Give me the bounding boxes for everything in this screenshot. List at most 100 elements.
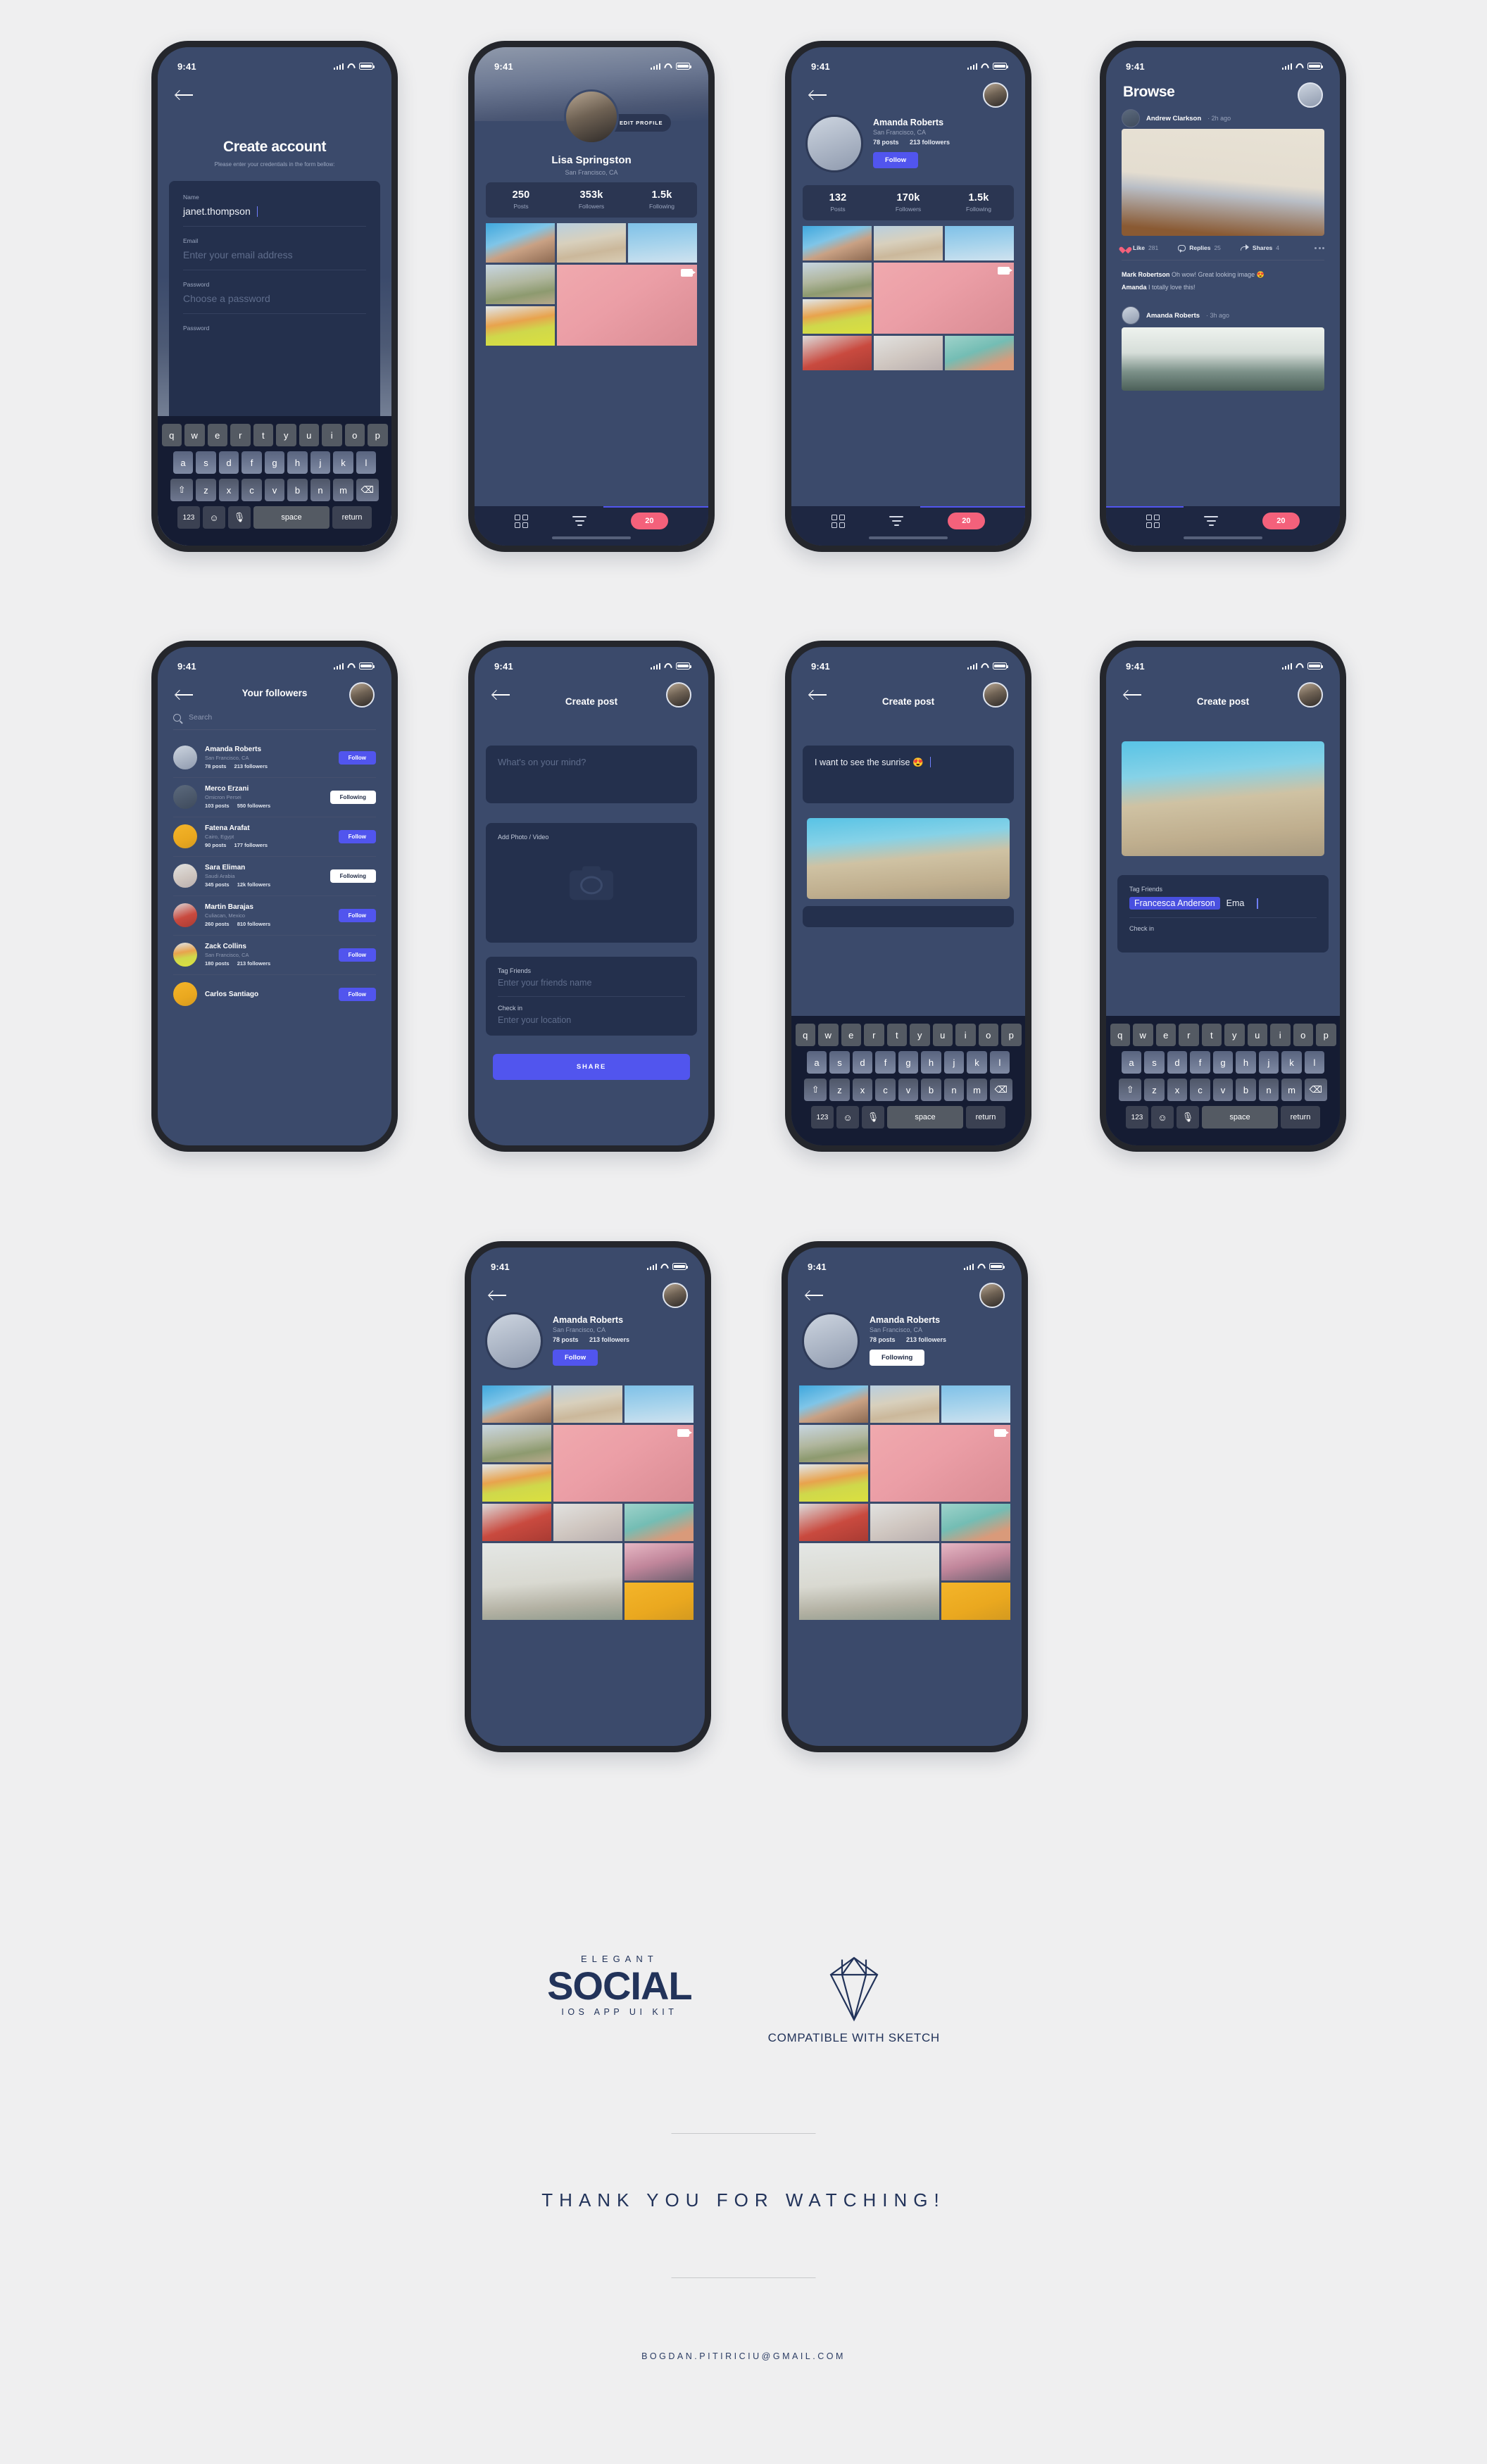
return-key[interactable]: return	[966, 1106, 1005, 1129]
key-c[interactable]: c	[875, 1079, 896, 1101]
onscreen-keyboard[interactable]: q w e r t y u i o p a s d f g h j k l ⇧ …	[791, 1016, 1025, 1145]
return-key[interactable]: return	[332, 506, 372, 529]
name-field[interactable]: Name janet.thompson	[183, 194, 366, 227]
key-e[interactable]: e	[207, 424, 227, 446]
grid-photo[interactable]	[803, 336, 872, 370]
notification-badge[interactable]: 20	[948, 513, 985, 529]
grid-photo[interactable]	[486, 306, 555, 346]
key-o[interactable]: o	[344, 424, 365, 446]
key-t[interactable]: t	[1201, 1024, 1222, 1046]
key-d[interactable]: d	[218, 451, 239, 474]
grid-photo[interactable]	[803, 263, 872, 297]
key-j[interactable]: j	[1258, 1051, 1279, 1074]
search-bar[interactable]: Search	[173, 713, 376, 730]
key-x[interactable]: x	[852, 1079, 873, 1101]
back-button[interactable]	[176, 89, 193, 101]
grid-photo-video[interactable]	[557, 265, 697, 346]
key-v[interactable]: v	[1212, 1079, 1234, 1101]
key-b[interactable]: b	[921, 1079, 941, 1101]
key-f[interactable]: f	[241, 451, 262, 474]
key-n[interactable]: n	[943, 1079, 965, 1101]
back-button[interactable]	[806, 1290, 823, 1301]
list-item[interactable]: Carlos Santiago Follow	[173, 975, 376, 1014]
key-f[interactable]: f	[875, 1051, 896, 1074]
grid-photo[interactable]	[945, 336, 1014, 370]
shift-key[interactable]: ⇧	[1119, 1079, 1142, 1101]
avatar[interactable]	[173, 943, 197, 967]
share-button[interactable]: SHARE	[493, 1054, 690, 1080]
notification-badge[interactable]: 20	[1262, 513, 1300, 529]
key-f[interactable]: f	[1190, 1051, 1210, 1074]
message-input[interactable]: I want to see the sunrise 😍	[815, 757, 1002, 768]
message-box[interactable]: What's on your mind?	[486, 746, 697, 803]
key-y[interactable]: y	[276, 424, 296, 446]
key-h[interactable]: h	[1236, 1051, 1256, 1074]
onscreen-keyboard[interactable]: q w e r t y u i o p a s d f g h j k l ⇧ …	[158, 416, 391, 546]
key-o[interactable]: o	[978, 1024, 998, 1046]
email-input[interactable]: Enter your email address	[183, 249, 366, 260]
post-image[interactable]	[1122, 129, 1324, 236]
key-w[interactable]: w	[1133, 1024, 1153, 1046]
message-input[interactable]: What's on your mind?	[498, 757, 685, 767]
message-box[interactable]: I want to see the sunrise 😍	[803, 746, 1014, 803]
key-v[interactable]: v	[264, 479, 285, 501]
grid-photo[interactable]	[799, 1385, 868, 1423]
numbers-key[interactable]: 123	[811, 1106, 834, 1129]
grid-photo-video[interactable]	[874, 263, 1014, 334]
grid-icon[interactable]	[515, 514, 529, 528]
emoji-key[interactable]: ☺	[836, 1106, 859, 1129]
key-c[interactable]: c	[241, 479, 262, 501]
grid-photo[interactable]	[941, 1504, 1010, 1541]
shift-key[interactable]: ⇧	[170, 479, 194, 501]
media-box[interactable]: Add Photo / Video	[486, 823, 697, 943]
grid-photo[interactable]	[941, 1385, 1010, 1423]
following-button[interactable]: Following	[330, 790, 376, 804]
password-field[interactable]: Password Choose a password	[183, 281, 366, 314]
avatar[interactable]	[1122, 306, 1140, 325]
grid-photo-video[interactable]	[870, 1425, 1010, 1502]
key-b[interactable]: b	[1236, 1079, 1256, 1101]
key-q[interactable]: q	[1110, 1024, 1130, 1046]
checkin-field[interactable]: Check in	[1129, 918, 1317, 932]
grid-photo[interactable]	[941, 1543, 1010, 1580]
backspace-key[interactable]: ⌫	[356, 479, 379, 501]
back-button[interactable]	[489, 1290, 506, 1301]
key-e[interactable]: e	[1155, 1024, 1176, 1046]
grid-photo[interactable]	[486, 223, 555, 263]
key-g[interactable]: g	[264, 451, 285, 474]
key-y[interactable]: y	[1224, 1024, 1245, 1046]
grid-photo-video[interactable]	[553, 1425, 694, 1502]
key-m[interactable]: m	[1281, 1079, 1302, 1101]
avatar[interactable]	[173, 864, 197, 888]
grid-photo[interactable]	[799, 1464, 868, 1502]
numbers-key[interactable]: 123	[1126, 1106, 1148, 1129]
grid-photo[interactable]	[625, 1543, 694, 1580]
key-d[interactable]: d	[1167, 1051, 1188, 1074]
checkin-field[interactable]: Check in Enter your location	[498, 997, 685, 1025]
list-item[interactable]: Sara Eliman Saudi Arabia 345 posts 12k f…	[173, 857, 376, 896]
avatar[interactable]	[1122, 109, 1140, 127]
checkin-input[interactable]: Enter your location	[498, 1015, 685, 1025]
key-a[interactable]: a	[1121, 1051, 1142, 1074]
list-item[interactable]: Martin Barajas Culiacan, Mexico 260 post…	[173, 896, 376, 936]
list-item[interactable]: Amanda Roberts San Francisco, CA 78 post…	[173, 738, 376, 778]
avatar[interactable]	[173, 746, 197, 769]
post-author-row[interactable]: Amanda Roberts · 3h ago	[1122, 306, 1229, 325]
grid-photo[interactable]	[482, 1504, 551, 1541]
space-key[interactable]: space	[887, 1106, 963, 1129]
key-v[interactable]: v	[898, 1079, 919, 1101]
grid-photo[interactable]	[486, 265, 555, 304]
user-avatar[interactable]	[983, 682, 1008, 708]
grid-photo[interactable]	[803, 299, 872, 334]
tag-input[interactable]: Enter your friends name	[498, 978, 685, 988]
filter-icon[interactable]	[889, 516, 904, 526]
numbers-key[interactable]: 123	[177, 506, 200, 529]
user-avatar[interactable]	[349, 682, 375, 708]
grid-photo[interactable]	[553, 1385, 622, 1423]
camera-icon[interactable]	[570, 866, 613, 900]
key-h[interactable]: h	[287, 451, 308, 474]
more-options-icon[interactable]	[1315, 246, 1324, 249]
profile-avatar[interactable]	[802, 1312, 860, 1370]
key-e[interactable]: e	[841, 1024, 861, 1046]
grid-photo[interactable]	[799, 1425, 868, 1462]
